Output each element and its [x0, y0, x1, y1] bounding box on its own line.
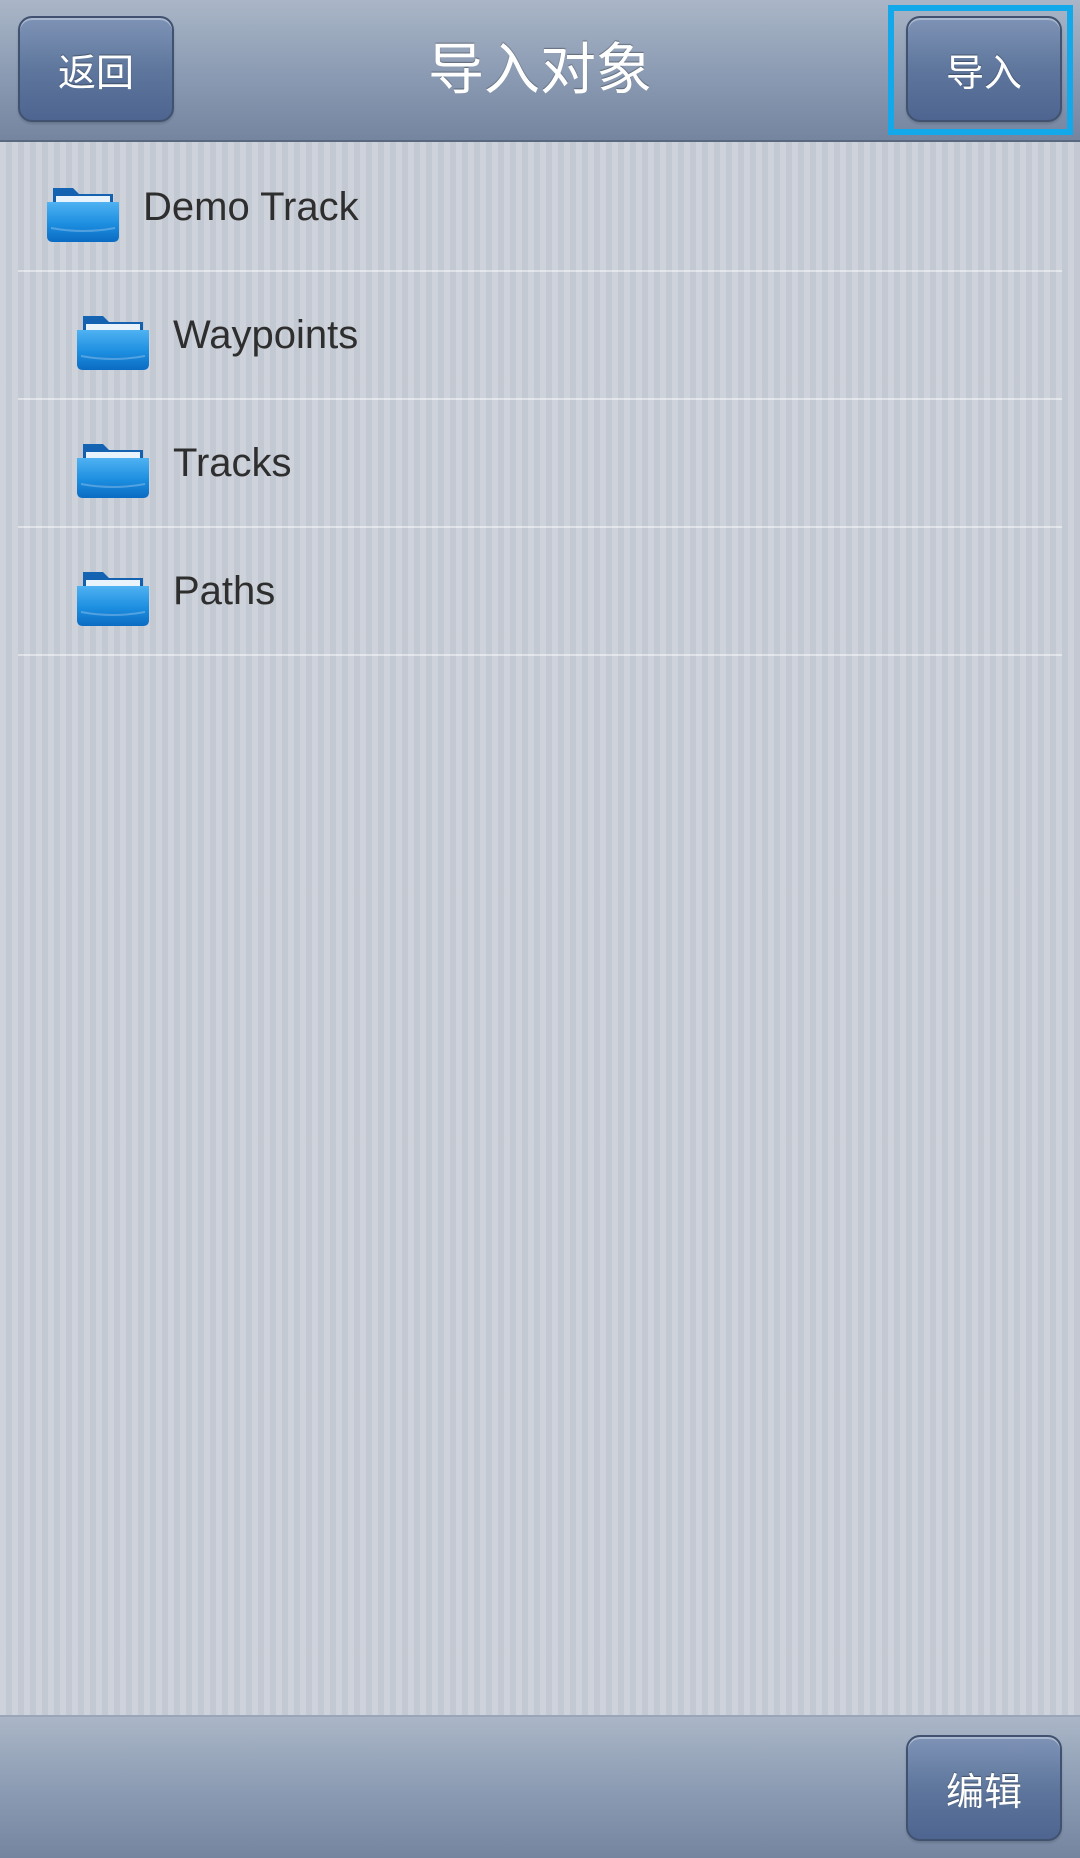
folder-row-waypoints[interactable]: Waypoints — [18, 272, 1062, 400]
folder-list: Demo Track Waypoints Tracks Paths — [18, 144, 1062, 656]
folder-label: Waypoints — [173, 313, 359, 357]
top-bar: 返回 导入对象 导入 — [0, 0, 1080, 142]
folder-icon — [77, 316, 149, 370]
bottom-toolbar: 编辑 — [0, 1715, 1080, 1858]
folder-row-demo-track[interactable]: Demo Track — [18, 144, 1062, 272]
folder-row-paths[interactable]: Paths — [18, 528, 1062, 656]
folder-label: Paths — [173, 569, 276, 613]
folder-icon — [47, 188, 119, 242]
edit-button[interactable]: 编辑 — [906, 1735, 1062, 1841]
folder-label: Demo Track — [143, 185, 359, 229]
folder-label: Tracks — [173, 441, 292, 485]
folder-row-tracks[interactable]: Tracks — [18, 400, 1062, 528]
import-button[interactable]: 导入 — [906, 16, 1062, 122]
folder-icon — [77, 572, 149, 626]
folder-icon — [77, 444, 149, 498]
